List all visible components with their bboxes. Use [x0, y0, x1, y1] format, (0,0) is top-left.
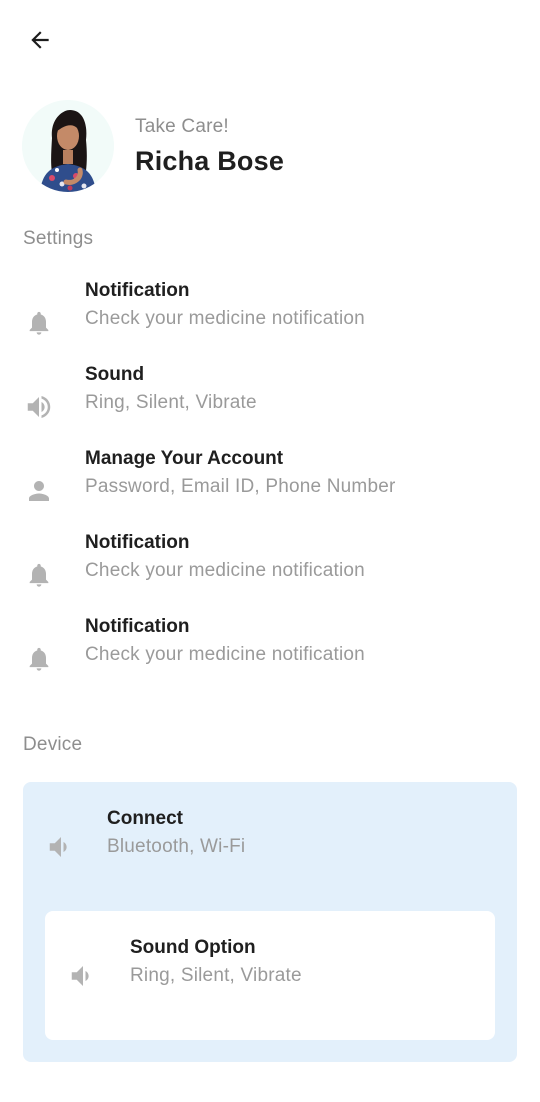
greeting-text: Take Care! — [135, 115, 229, 137]
setting-title: Sound — [85, 364, 145, 385]
setting-title: Notification — [85, 616, 190, 637]
setting-item-manage-account[interactable]: Manage Your Account Password, Email ID, … — [0, 448, 540, 520]
setting-subtitle: Check your medicine notification — [85, 560, 365, 581]
setting-subtitle: Check your medicine notification — [85, 644, 365, 665]
user-name: Richa Bose — [135, 145, 285, 176]
bell-icon — [22, 642, 56, 676]
setting-title: Notification — [85, 280, 190, 301]
setting-subtitle: Password, Email ID, Phone Number — [85, 476, 396, 497]
bell-icon — [22, 306, 56, 340]
back-button[interactable] — [22, 22, 58, 58]
speaker-icon — [66, 959, 100, 993]
bell-icon — [22, 558, 56, 592]
device-item-connect[interactable]: Connect Bluetooth, Wi-Fi — [23, 782, 517, 892]
profile-header: Take Care! Richa Bose — [22, 100, 284, 192]
device-section-label: Device — [23, 734, 83, 755]
device-title: Sound Option — [130, 937, 256, 958]
device-card: Connect Bluetooth, Wi-Fi Sound Option Ri… — [23, 782, 517, 1062]
device-subtitle: Ring, Silent, Vibrate — [130, 965, 302, 986]
setting-item-notification[interactable]: Notification Check your medicine notific… — [0, 616, 540, 688]
avatar-image — [22, 100, 114, 192]
device-item-sound-option[interactable]: Sound Option Ring, Silent, Vibrate — [45, 911, 495, 1040]
speaker-icon — [22, 390, 56, 424]
setting-title: Notification — [85, 532, 190, 553]
settings-section-label: Settings — [23, 228, 94, 249]
sound-option-card[interactable]: Sound Option Ring, Silent, Vibrate — [45, 911, 495, 1040]
setting-title: Manage Your Account — [85, 448, 284, 469]
setting-item-notification[interactable]: Notification Check your medicine notific… — [0, 532, 540, 604]
setting-subtitle: Ring, Silent, Vibrate — [85, 392, 257, 413]
device-subtitle: Bluetooth, Wi-Fi — [107, 836, 246, 857]
setting-subtitle: Check your medicine notification — [85, 308, 365, 329]
profile-settings-screen: Take Care! Richa Bose Settings Notificat… — [0, 0, 540, 1102]
setting-item-sound[interactable]: Sound Ring, Silent, Vibrate — [0, 364, 540, 436]
avatar[interactable] — [22, 100, 114, 192]
speaker-icon — [44, 830, 78, 864]
person-icon — [22, 474, 56, 508]
setting-item-notification[interactable]: Notification Check your medicine notific… — [0, 280, 540, 352]
device-title: Connect — [107, 808, 183, 829]
arrow-left-icon — [31, 31, 49, 49]
